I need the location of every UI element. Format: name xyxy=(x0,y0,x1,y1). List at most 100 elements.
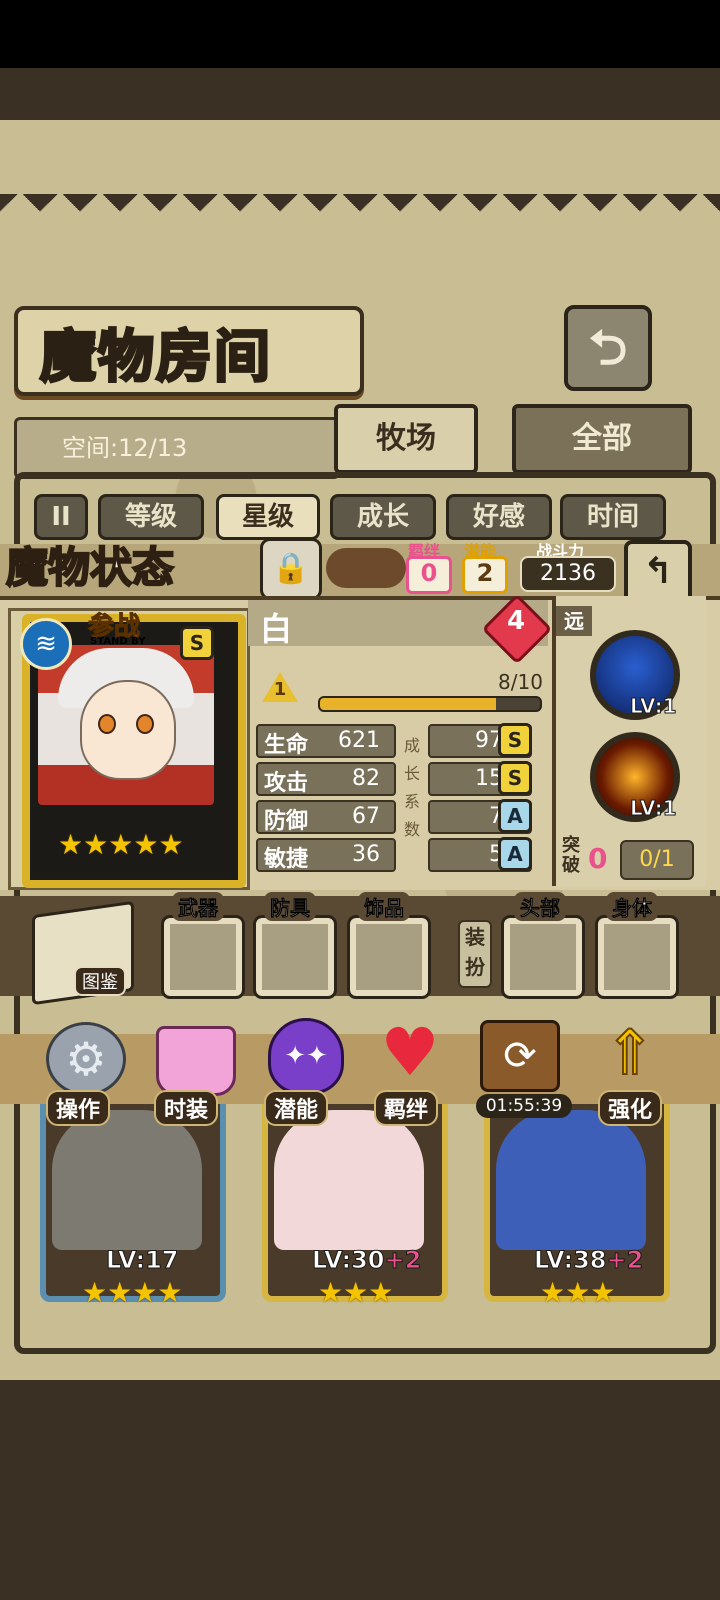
breakthrough-value: 0 xyxy=(588,842,608,875)
stat-row: 敏捷 36 xyxy=(256,838,396,872)
action-potential[interactable]: 潜能 xyxy=(264,1090,329,1126)
stat-label: 攻击 xyxy=(264,771,309,796)
water-element-icon: ≋ xyxy=(20,618,72,670)
gear-icon[interactable]: ⚙ xyxy=(46,1022,126,1096)
filter-growth[interactable]: 成长 xyxy=(330,494,436,540)
growth-char: 数 xyxy=(404,820,421,839)
action-enhance[interactable]: 强化 xyxy=(598,1090,663,1126)
growth-char: 系 xyxy=(404,792,421,811)
power-value: 2136 xyxy=(520,556,616,592)
monster-level-plus: +2 xyxy=(384,1246,422,1275)
stat-value: 621 xyxy=(338,728,380,753)
monster-level: LV:38+2 xyxy=(533,1246,644,1275)
stat-label: 敏捷 xyxy=(264,847,309,872)
xp-bar xyxy=(318,696,542,712)
character-stars: ★★★★★ xyxy=(58,828,184,861)
right-eye xyxy=(136,714,154,734)
monster-level: LV:17 xyxy=(105,1246,179,1275)
star-icon: ★ xyxy=(158,828,184,861)
growth-vertical-label: 成 长 系 数 xyxy=(404,732,420,844)
hearts-icon[interactable]: ♥ xyxy=(372,1020,448,1086)
left-eye xyxy=(98,714,116,734)
accessory-slot[interactable] xyxy=(347,915,431,999)
monster-stars: ★★★★ xyxy=(82,1276,183,1309)
status-back-button[interactable]: ↰ xyxy=(624,540,692,604)
stat-row: 防御 67 xyxy=(256,800,396,834)
character-name: 白 xyxy=(260,610,293,648)
monster-portrait xyxy=(496,1110,646,1250)
tab-all[interactable]: 全部 xyxy=(512,404,692,474)
stat-label: 生命 xyxy=(264,733,309,758)
star-icon: ★ xyxy=(108,828,134,861)
armor-slot[interactable] xyxy=(253,915,337,999)
arrows-up-icon[interactable]: ⇑ xyxy=(594,1017,666,1089)
zigzag-border-top xyxy=(0,194,720,224)
back-button[interactable]: ⮌ xyxy=(564,305,652,391)
stat-row: 攻击 82 xyxy=(256,762,396,796)
status-title: 魔物状态 xyxy=(5,542,175,593)
heart-value: 4 xyxy=(506,606,526,636)
codex-label: 图鉴 xyxy=(74,966,126,996)
monster-portrait xyxy=(52,1110,202,1250)
growth-char: 长 xyxy=(404,764,421,783)
growth-grade-badge: S xyxy=(498,723,532,757)
range-badge: 远 xyxy=(556,606,592,636)
action-bond[interactable]: 羁绊 xyxy=(374,1090,439,1126)
weapon-slot[interactable] xyxy=(161,915,245,999)
xp-text: 8/10 xyxy=(498,670,543,694)
growth-grade-badge: A xyxy=(498,837,532,871)
stat-value: 67 xyxy=(352,804,380,829)
action-operate[interactable]: 操作 xyxy=(46,1090,111,1126)
stat-value: 36 xyxy=(352,842,380,867)
star-icon: ★ xyxy=(133,828,159,861)
refresh-chest-icon[interactable]: ⟳ xyxy=(480,1020,560,1092)
monster-level-plus: +2 xyxy=(606,1246,644,1275)
monster-stars: ★★★ xyxy=(318,1276,394,1309)
tab-ranch[interactable]: 牧场 xyxy=(334,404,478,474)
zigzag-border-bottom xyxy=(0,1420,720,1450)
skill-level: LV:1 xyxy=(629,694,677,719)
star-icon: ★ xyxy=(83,828,109,861)
refresh-timer: 01:55:39 xyxy=(476,1094,572,1118)
rank-badge: S xyxy=(180,626,214,660)
filter-affection[interactable]: 好感 xyxy=(446,494,552,540)
breakthrough-label: 突破 xyxy=(562,835,580,876)
monster-level: LV:30+2 xyxy=(311,1246,422,1275)
stat-label: 防御 xyxy=(264,809,309,834)
armor-slot-label: 防具 xyxy=(264,892,316,921)
demon-icon[interactable]: ✦✦ xyxy=(268,1018,344,1094)
stat-value: 82 xyxy=(352,766,380,791)
accessory-slot-label: 饰品 xyxy=(358,892,410,921)
dress-label: 装扮 xyxy=(458,920,492,988)
page-title: 魔物房间 xyxy=(39,324,272,392)
monster-stars: ★★★ xyxy=(540,1276,616,1309)
weapon-slot-label: 武器 xyxy=(172,892,224,921)
growth-char: 成 xyxy=(404,736,421,755)
growth-grade-badge: A xyxy=(498,799,532,833)
stat-row: 生命 621 xyxy=(256,724,396,758)
bond-value: 0 xyxy=(406,556,452,594)
head-slot-label: 头部 xyxy=(514,892,566,921)
body-slot[interactable] xyxy=(595,915,679,999)
xp-bar-fill xyxy=(320,698,496,710)
space-counter: 空间:12/13 xyxy=(62,434,188,462)
monster-level-value: LV:38 xyxy=(533,1246,607,1275)
head-slot[interactable] xyxy=(501,915,585,999)
skill-level: LV:1 xyxy=(629,796,677,821)
potential-value: 2 xyxy=(462,556,508,594)
lock-icon[interactable]: 🔒 xyxy=(260,538,322,600)
filter-time[interactable]: 时间 xyxy=(560,494,666,540)
outfit-icon[interactable] xyxy=(156,1026,236,1096)
body-slot-label: 身体 xyxy=(606,892,658,921)
character-face xyxy=(80,680,176,780)
monster-peek xyxy=(326,548,406,588)
back-arrow-icon: ⮌ xyxy=(588,320,628,376)
star-icon: ★ xyxy=(58,828,84,861)
action-outfit[interactable]: 时装 xyxy=(154,1090,219,1126)
monster-level-value: LV:17 xyxy=(105,1246,179,1275)
filter-stars[interactable]: 星级 xyxy=(216,494,320,540)
growth-grade-badge: S xyxy=(498,761,532,795)
standby-sub: STAND BY xyxy=(90,636,146,647)
monster-portrait xyxy=(274,1110,424,1250)
monster-level-value: LV:30 xyxy=(311,1246,385,1275)
